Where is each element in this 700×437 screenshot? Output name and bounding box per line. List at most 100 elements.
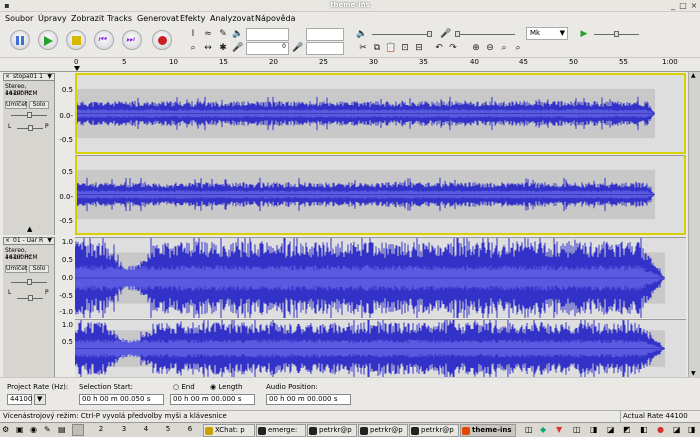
track-header[interactable]: × stopa01 1 ▼: [3, 73, 55, 81]
waveform-channel-left[interactable]: [75, 73, 686, 154]
pan-slider[interactable]: [17, 125, 43, 131]
play-at-speed-icon[interactable]: ▶: [578, 28, 590, 40]
playback-meter[interactable]: [306, 28, 344, 41]
collapse-track-icon[interactable]: ▲: [27, 225, 32, 233]
tray-icon[interactable]: ◪: [673, 425, 681, 434]
minimize-icon[interactable]: _: [668, 1, 678, 11]
menu-soubor[interactable]: Soubor: [5, 14, 33, 23]
workspace-6[interactable]: 6: [181, 425, 199, 433]
play-button[interactable]: [38, 30, 58, 50]
task-audacity[interactable]: theme-ins: [460, 424, 516, 437]
gain-slider[interactable]: [11, 112, 47, 118]
select-tool-icon[interactable]: I: [187, 28, 199, 40]
track-header[interactable]: × 01 - Uar R ▼: [3, 237, 55, 245]
tray-icon[interactable]: ◆: [540, 425, 546, 434]
track-name[interactable]: stopa01 1: [13, 73, 43, 80]
close-icon[interactable]: ×: [689, 1, 699, 11]
undo-icon[interactable]: ↶: [433, 42, 445, 54]
selection-start-field[interactable]: 00 h 00 m 00.050 s: [79, 394, 164, 405]
trim-icon[interactable]: ⊡: [399, 42, 411, 54]
selection-length-field[interactable]: 00 h 00 m 00.000 s: [170, 394, 255, 405]
menu-upravy[interactable]: Úpravy: [38, 14, 67, 23]
mute-button[interactable]: Umlčet: [5, 265, 27, 273]
audio-position-field[interactable]: 00 h 00 m 00.000 s: [266, 394, 351, 405]
zoom-out-icon[interactable]: ⊖: [484, 42, 496, 54]
workspace-4[interactable]: 4: [137, 425, 155, 433]
waveform-channel-right[interactable]: [75, 155, 686, 235]
task-emerge[interactable]: emerge:: [256, 424, 306, 437]
silence-icon[interactable]: ⊟: [413, 42, 425, 54]
timeshift-tool-icon[interactable]: ↔: [202, 42, 214, 54]
track-name[interactable]: 01 - Uar R: [13, 237, 43, 244]
menu-generovat[interactable]: Generovat: [137, 14, 179, 23]
workspace-1[interactable]: [72, 424, 84, 436]
menu-tracks[interactable]: Tracks: [107, 14, 132, 23]
menu-efekty[interactable]: Efekty: [180, 14, 205, 23]
draw-tool-icon[interactable]: ✎: [217, 28, 229, 40]
terminal-launcher-icon[interactable]: ▣: [16, 425, 24, 434]
task-terminal[interactable]: petrkr@p: [409, 424, 459, 437]
browser-launcher-icon[interactable]: ◉: [30, 425, 37, 434]
maximize-icon[interactable]: □: [678, 1, 688, 11]
task-terminal[interactable]: petrkr@p: [358, 424, 408, 437]
timeline-ruler[interactable]: 0 5 10 15 20 25 30 35 40 45 50 55 1:00: [0, 58, 700, 72]
window-menu-icon[interactable]: ▪: [2, 1, 12, 11]
menu-zobrazit[interactable]: Zobrazit: [71, 14, 104, 23]
skip-end-button[interactable]: ⏭: [122, 30, 142, 50]
tray-icon[interactable]: ◨: [590, 425, 598, 434]
track-menu-icon[interactable]: ▼: [47, 238, 52, 244]
project-rate-dropdown[interactable]: ▼: [34, 394, 46, 405]
stop-button[interactable]: [66, 30, 86, 50]
pan-slider[interactable]: [17, 295, 43, 301]
length-radio[interactable]: ◉ Length: [210, 383, 243, 391]
zoom-in-icon[interactable]: ⊕: [470, 42, 482, 54]
solo-button[interactable]: Solo: [29, 265, 49, 273]
input-device-select[interactable]: Mk ▼: [526, 27, 568, 40]
project-rate-field[interactable]: 44100: [7, 394, 32, 405]
workspace-2[interactable]: 2: [92, 425, 110, 433]
track-control-panel[interactable]: × 01 - Uar R ▼ Stereo, 44100Hz 16-bit PCM …: [3, 237, 55, 377]
tray-icon[interactable]: ◫: [573, 425, 581, 434]
close-track-icon[interactable]: ×: [5, 238, 10, 244]
close-track-icon[interactable]: ×: [5, 74, 10, 80]
editor-launcher-icon[interactable]: ✎: [44, 425, 51, 434]
tray-icon[interactable]: ◪: [607, 425, 615, 434]
play-speed-slider[interactable]: [594, 31, 639, 37]
tray-icon[interactable]: ▼: [556, 425, 562, 434]
workspace-5[interactable]: 5: [159, 425, 177, 433]
tray-icon[interactable]: ◫: [525, 425, 533, 434]
menu-analyzovat[interactable]: Analyzovat: [210, 14, 254, 23]
multi-tool-icon[interactable]: ✱: [217, 42, 229, 54]
record-volume-slider[interactable]: [455, 31, 515, 37]
mute-button[interactable]: Umlčet: [5, 101, 27, 109]
tray-icon[interactable]: ◧: [640, 425, 648, 434]
solo-button[interactable]: Solo: [29, 101, 49, 109]
scroll-up-icon[interactable]: ▲: [691, 72, 696, 79]
pause-button[interactable]: [10, 30, 30, 50]
waveform-channel-right[interactable]: [75, 319, 686, 377]
fit-project-icon[interactable]: ⌕: [512, 42, 524, 54]
mic-level-meter[interactable]: [306, 42, 344, 55]
scroll-down-icon[interactable]: ▼: [691, 370, 696, 377]
redo-icon[interactable]: ↷: [447, 42, 459, 54]
tray-icon[interactable]: ◨: [688, 425, 696, 434]
track-menu-icon[interactable]: ▼: [47, 74, 52, 80]
paste-icon[interactable]: 📋: [385, 42, 397, 54]
waveform-channel-left[interactable]: [75, 237, 686, 318]
track-control-panel[interactable]: × stopa01 1 ▼ Stereo, 44100Hz 16-bit PCM U…: [3, 73, 55, 235]
envelope-tool-icon[interactable]: ≈: [202, 28, 214, 40]
gain-slider[interactable]: [11, 279, 47, 285]
app-menu-icon[interactable]: ⚙: [2, 425, 9, 434]
workspace-3[interactable]: 3: [115, 425, 133, 433]
menu-napoveda[interactable]: Nápověda: [255, 14, 296, 23]
output-meter[interactable]: [246, 28, 289, 41]
vertical-scrollbar[interactable]: ▲ ▼: [688, 72, 700, 377]
record-button[interactable]: [152, 30, 172, 50]
end-radio[interactable]: ○ End: [173, 383, 195, 391]
files-launcher-icon[interactable]: ▤: [58, 425, 66, 434]
skip-start-button[interactable]: ⏮: [94, 30, 114, 50]
task-xchat[interactable]: XChat: p: [203, 424, 255, 437]
fit-selection-icon[interactable]: ⌕: [498, 42, 510, 54]
task-terminal[interactable]: petrkr@p: [307, 424, 357, 437]
tray-icon[interactable]: ◩: [623, 425, 631, 434]
